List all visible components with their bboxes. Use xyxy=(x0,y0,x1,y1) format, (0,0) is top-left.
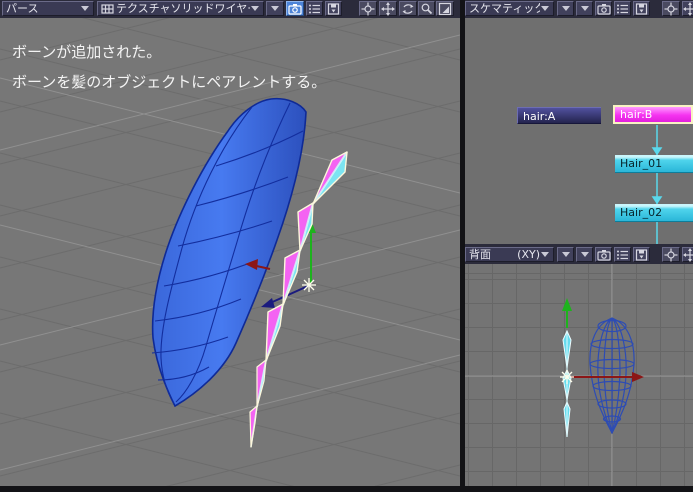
dropdown-button[interactable] xyxy=(557,1,574,16)
target-button[interactable] xyxy=(359,1,377,16)
pan-icon xyxy=(381,1,395,16)
zoom-icon xyxy=(421,3,433,15)
camera-button[interactable] xyxy=(286,1,304,16)
chevron-down-icon xyxy=(580,6,589,11)
view-selector-label: 背面 xyxy=(469,248,491,261)
overlay-message-line1: ボーンが追加された。 xyxy=(12,43,162,61)
maximize-button[interactable] xyxy=(436,1,454,16)
save-icon xyxy=(635,2,648,15)
list-button[interactable] xyxy=(614,247,631,262)
perspective-viewport[interactable]: ボーンが追加された。 ボーンを髪のオブジェクトにペアレントする。 xyxy=(0,18,460,486)
chevron-down-icon xyxy=(561,6,570,11)
list-button[interactable] xyxy=(614,1,631,16)
shade3d-window: パース テクスチャソリッドワイヤー ボーンが追加された。 ボーンを髪のオブジェク… xyxy=(0,0,693,492)
maximize-icon xyxy=(438,2,452,15)
pan-icon xyxy=(683,247,693,262)
rotate-icon xyxy=(402,3,414,14)
chevron-down-icon xyxy=(561,252,570,257)
pan-button[interactable] xyxy=(682,247,693,262)
target-icon xyxy=(664,248,678,261)
save-button[interactable] xyxy=(325,1,342,16)
target-icon xyxy=(664,2,678,15)
chevron-down-icon xyxy=(541,6,549,11)
view-selector-dropdown[interactable]: パース xyxy=(2,1,94,16)
chevron-down-icon xyxy=(541,252,549,257)
view-selector-label: スケマティック xyxy=(469,2,540,15)
schematic-node-hair-b-selected[interactable]: hair:B xyxy=(613,105,693,124)
chevron-down-icon xyxy=(81,6,89,11)
back-viewport[interactable] xyxy=(465,264,693,486)
target-button[interactable] xyxy=(662,1,680,16)
dropdown-button[interactable] xyxy=(557,247,574,262)
bottom-edge xyxy=(0,486,693,492)
schematic-node-hair-02[interactable]: Hair_02 xyxy=(615,204,693,222)
dropdown-button[interactable] xyxy=(576,1,593,16)
panel-divider[interactable] xyxy=(460,0,465,492)
view-selector-dropdown[interactable]: 背面 (XY) xyxy=(465,247,554,262)
camera-icon xyxy=(288,3,302,15)
overlay-message-line2: ボーンを髪のオブジェクトにペアレントする。 xyxy=(12,73,327,91)
center-handle-star xyxy=(302,278,316,292)
extra-dropdown-button[interactable] xyxy=(266,1,284,16)
grid-icon xyxy=(101,3,114,14)
save-button[interactable] xyxy=(633,1,650,16)
pan-button[interactable] xyxy=(682,1,693,16)
back-scene xyxy=(465,264,693,486)
schematic-node-hair-a[interactable]: hair:A xyxy=(517,107,601,124)
target-button[interactable] xyxy=(662,247,680,262)
zoom-button[interactable] xyxy=(418,1,435,16)
save-icon xyxy=(635,248,648,261)
schematic-toolbar: スケマティック xyxy=(465,0,693,19)
display-mode-dropdown[interactable]: テクスチャソリッドワイヤー xyxy=(97,1,264,16)
pan-icon xyxy=(683,1,693,16)
axis-label: (XY) xyxy=(517,248,540,261)
back-view-toolbar: 背面 (XY) xyxy=(465,246,693,265)
chevron-down-icon xyxy=(580,252,589,257)
view-selector-label: パース xyxy=(6,2,39,15)
center-handle-star xyxy=(560,370,574,384)
chevron-down-icon xyxy=(251,6,259,11)
target-icon xyxy=(361,2,375,15)
list-icon xyxy=(617,4,628,13)
dropdown-button[interactable] xyxy=(576,247,593,262)
chevron-down-icon xyxy=(271,6,279,11)
perspective-toolbar: パース テクスチャソリッドワイヤー xyxy=(0,0,460,19)
save-icon xyxy=(327,2,340,15)
list-icon xyxy=(617,250,628,259)
schematic-node-hair-01[interactable]: Hair_01 xyxy=(615,155,693,173)
view-selector-dropdown[interactable]: スケマティック xyxy=(465,1,554,16)
display-mode-label: テクスチャソリッドワイヤー xyxy=(116,2,250,15)
save-button[interactable] xyxy=(633,247,650,262)
list-button[interactable] xyxy=(306,1,323,16)
list-icon xyxy=(309,4,320,13)
schematic-viewport[interactable]: hair:A hair:B Hair_01 Hair_02 xyxy=(465,18,693,246)
camera-button[interactable] xyxy=(595,1,612,16)
camera-icon xyxy=(596,249,611,261)
camera-button[interactable] xyxy=(595,247,612,262)
pan-button[interactable] xyxy=(379,1,397,16)
rotate-button[interactable] xyxy=(399,1,417,16)
camera-icon xyxy=(596,3,611,15)
